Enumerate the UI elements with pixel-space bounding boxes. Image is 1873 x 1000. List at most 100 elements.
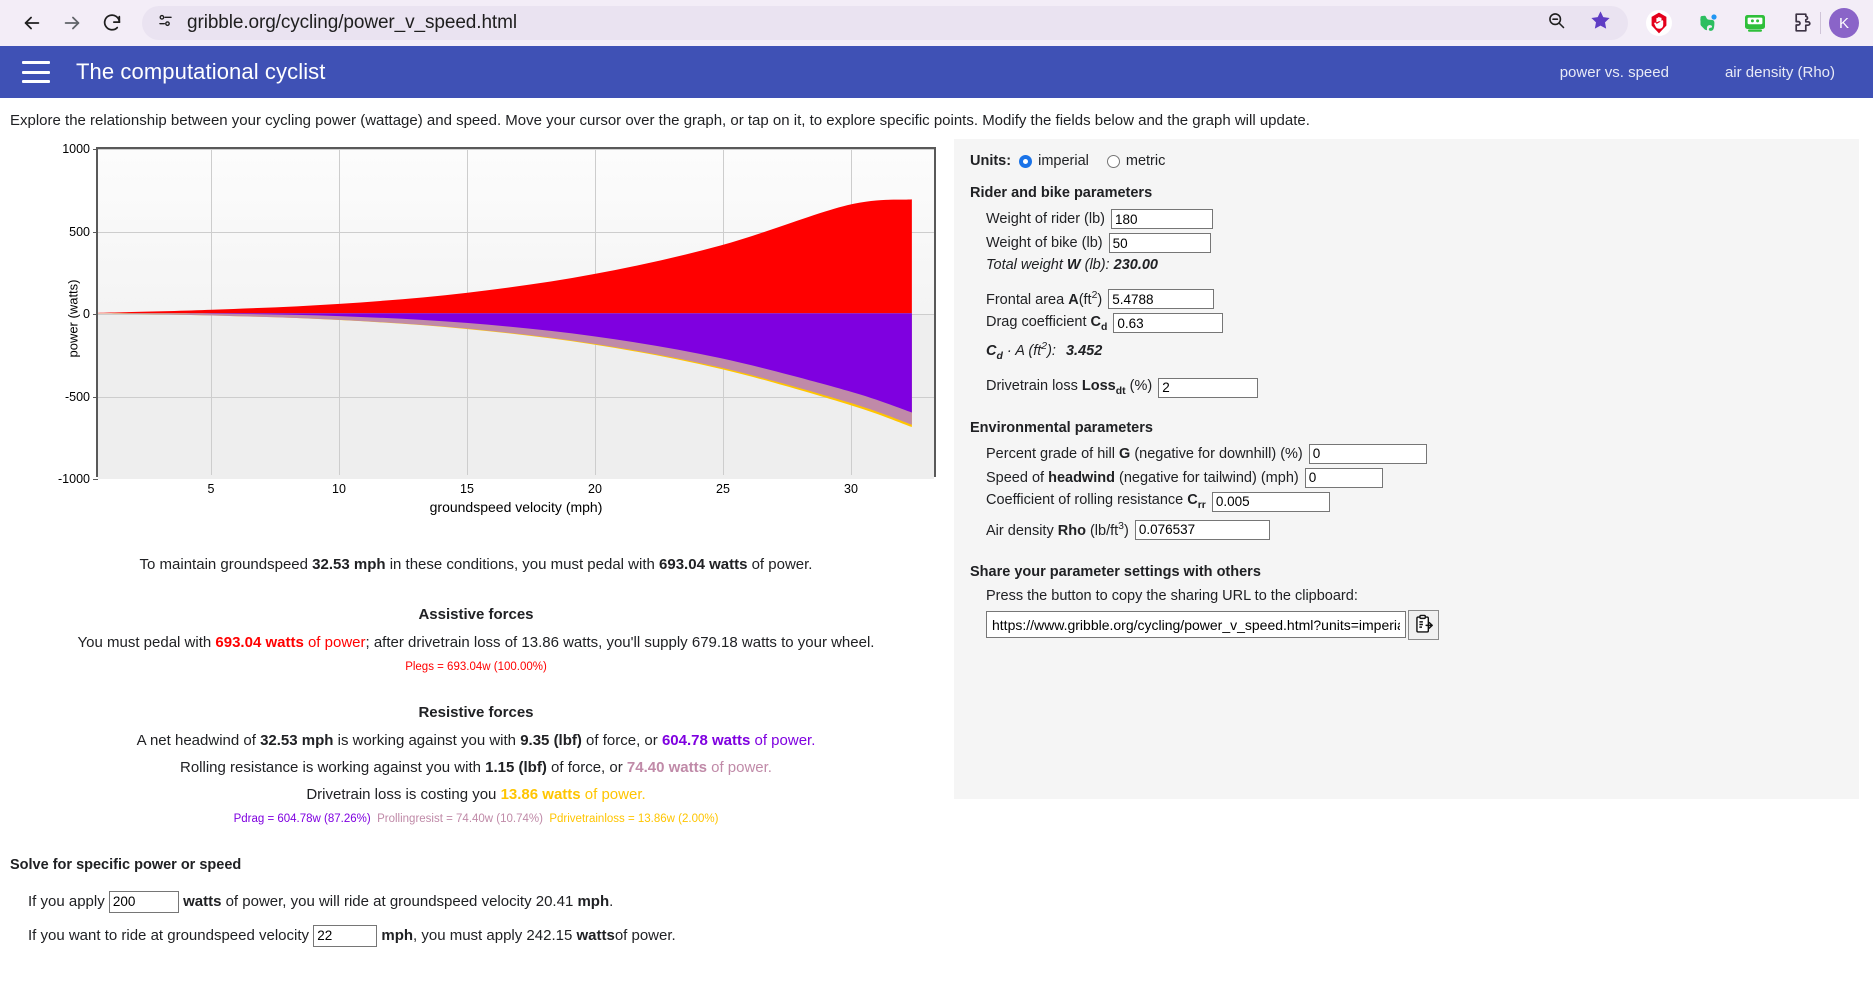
hamburger-menu-icon[interactable] — [22, 61, 50, 83]
page-title: The computational cyclist — [76, 59, 326, 84]
drag-coefficient-row: Drag coefficient Cd — [970, 313, 1859, 333]
weight-rider-input[interactable] — [1111, 209, 1213, 229]
grade-row: Percent grade of hill G (negative for do… — [970, 443, 1859, 464]
solve-power-row: If you apply watts of power, you will ri… — [10, 890, 1873, 913]
avatar[interactable]: K — [1829, 8, 1859, 38]
headwind-row: Speed of headwind (negative for tailwind… — [970, 467, 1859, 488]
assistive-detail: You must pedal with 693.04 watts of powe… — [40, 633, 912, 653]
rho-input[interactable] — [1134, 519, 1270, 540]
drivetrain-loss-input[interactable] — [1158, 377, 1259, 398]
summary-prefix: To maintain groundspeed — [139, 556, 313, 573]
radio-imperial[interactable] — [1019, 154, 1033, 168]
x-tick-label: 15 — [460, 482, 474, 496]
copy-to-clipboard-icon[interactable] — [1408, 609, 1439, 640]
crr-input[interactable] — [1211, 491, 1330, 512]
grade-label: Percent grade of hill G (negative for do… — [986, 445, 1303, 462]
units-metric-option[interactable]: metric — [1106, 153, 1165, 169]
share-url-input[interactable] — [986, 611, 1406, 639]
solve-speed-row: If you want to ride at groundspeed veloc… — [10, 924, 1873, 947]
frontal-area-input[interactable] — [1108, 289, 1215, 309]
nav-air-density[interactable]: air density (Rho) — [1725, 64, 1835, 81]
site-settings-icon[interactable] — [156, 11, 175, 35]
star-icon[interactable] — [1589, 9, 1612, 37]
assistive-text-3: ; after drivetrain loss of 13.86 watts, … — [365, 633, 875, 651]
roll-text-3: of power. — [706, 758, 772, 776]
resistive-legend: Pdrag = 604.78w (87.26%) Prollingresist … — [40, 812, 912, 828]
drag-detail: A net headwind of 32.53 mph is working a… — [40, 731, 912, 751]
units-row: Units: imperial metric — [970, 153, 1859, 169]
puzzle-extensions-icon[interactable] — [1790, 10, 1816, 36]
assistive-power: 693.04 watts — [215, 633, 304, 651]
environmental-heading: Environmental parameters — [970, 419, 1153, 436]
weight-bike-input[interactable] — [1108, 233, 1211, 253]
y-tick-label: 0 — [83, 307, 90, 321]
dt-power: 13.86 watts — [500, 786, 581, 804]
dt-text-2: of power. — [580, 786, 646, 804]
units-imperial-label: imperial — [1038, 153, 1089, 169]
resistive-forces-block: Resistive forces A net headwind of 32.53… — [40, 703, 912, 828]
weight-rider-label: Weight of rider (lb) — [986, 211, 1105, 227]
roll-text-1: Rolling resistance is working against yo… — [180, 758, 486, 776]
power-speed-chart[interactable]: power (watts) 1000 500 0 -500 -1000 5 10… — [8, 139, 952, 515]
drag-coefficient-input[interactable] — [1113, 313, 1224, 333]
solve-row2-unit2: watts — [576, 927, 615, 945]
resistive-heading: Resistive forces — [418, 704, 534, 722]
y-tick-label: 1000 — [62, 142, 90, 156]
legend-roll: Prollingresist = 74.40w (10.74%) — [377, 813, 543, 826]
left-column: power (watts) 1000 500 0 -500 -1000 5 10… — [0, 139, 952, 835]
browser-toolbar: gribble.org/cycling/power_v_speed.html K — [0, 0, 1873, 46]
solve-row1-prefix: If you apply — [28, 893, 105, 911]
solve-power-input[interactable] — [108, 890, 179, 913]
zoom-out-icon[interactable] — [1546, 10, 1567, 36]
extensions-area — [1632, 10, 1816, 36]
address-bar[interactable]: gribble.org/cycling/power_v_speed.html — [142, 6, 1628, 40]
chart-plot-area[interactable]: 1000 500 0 -500 -1000 5 10 15 20 25 30 g… — [58, 142, 936, 515]
rider-bike-heading: Rider and bike parameters — [970, 185, 1153, 201]
main-content: power (watts) 1000 500 0 -500 -1000 5 10… — [0, 139, 1873, 835]
solve-speed-input[interactable] — [313, 924, 378, 947]
roll-power: 74.40 watts — [626, 758, 707, 776]
reload-icon[interactable] — [94, 5, 130, 41]
solve-row2-middle: , you must apply 242.15 — [413, 927, 573, 945]
evernote-icon[interactable] — [1694, 10, 1720, 36]
app-header: The computational cyclist power vs. spee… — [0, 46, 1873, 98]
frontal-area-label: Frontal area A(ft2) — [986, 290, 1103, 308]
header-nav: power vs. speed air density (Rho) — [1560, 64, 1851, 81]
solve-row2-end: of power. — [614, 927, 676, 945]
assistive-forces-block: Assistive forces You must pedal with 693… — [40, 605, 912, 675]
summary-speed: 32.53 mph — [312, 556, 386, 573]
summary-suffix: of power. — [747, 556, 813, 573]
headwind-input[interactable] — [1304, 467, 1383, 488]
chart-series-svg — [98, 199, 912, 428]
drag-power: 604.78 watts — [661, 731, 751, 749]
drivetrain-loss-label: Drivetrain loss Lossdt (%) — [986, 378, 1153, 398]
total-weight-label: Total weight — [986, 257, 1063, 273]
solve-row2-prefix: If you want to ride at groundspeed veloc… — [28, 927, 310, 945]
toolbar-divider — [1820, 12, 1821, 34]
dt-text-1: Drivetrain loss is costing you — [306, 786, 501, 804]
cda-label: · A (ft — [1006, 342, 1042, 359]
solve-heading: Solve for specific power or speed — [10, 856, 242, 873]
screen-recorder-icon[interactable] — [1742, 10, 1768, 36]
share-heading: Share your parameter settings with other… — [970, 563, 1261, 580]
solve-row2-units: mph — [381, 927, 414, 945]
rho-label: Air density Rho (lb/ft3) — [986, 520, 1129, 539]
cda-value: 3.452 — [1065, 342, 1103, 359]
summary-middle: in these conditions, you must pedal with — [385, 556, 660, 573]
assistive-heading: Assistive forces — [418, 606, 534, 624]
grade-input[interactable] — [1308, 443, 1427, 464]
forward-arrow-icon[interactable] — [54, 5, 90, 41]
summary-line: To maintain groundspeed 32.53 mph in the… — [40, 555, 912, 575]
x-tick-label: 25 — [716, 482, 730, 496]
radio-metric[interactable] — [1106, 154, 1120, 168]
nav-power-vs-speed[interactable]: power vs. speed — [1560, 64, 1669, 81]
solve-row1-end: . — [609, 893, 614, 911]
legend-dt: Pdrivetrainloss = 13.86w (2.00%) — [549, 813, 719, 826]
chart-y-axis-label: power (watts) — [65, 279, 81, 358]
back-arrow-icon[interactable] — [14, 5, 50, 41]
parameters-panel: Units: imperial metric Rider and bike pa… — [954, 139, 1859, 799]
roll-force: 1.15 (lbf) — [485, 758, 547, 776]
x-tick-label: 10 — [332, 482, 346, 496]
units-imperial-option[interactable]: imperial — [1019, 153, 1089, 169]
adblock-icon[interactable] — [1646, 10, 1672, 36]
